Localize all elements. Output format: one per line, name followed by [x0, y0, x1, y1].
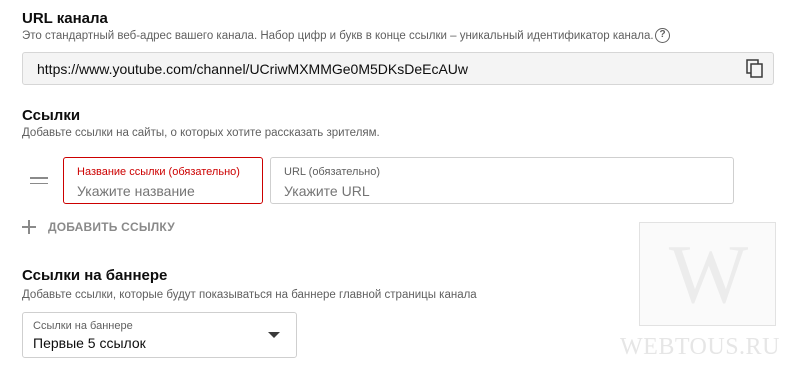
add-link-button[interactable]: ДОБАВИТЬ ССЫЛКУ	[22, 218, 175, 236]
url-section-description: Это стандартный веб-адрес вашего канала.…	[22, 30, 654, 42]
banner-links-select[interactable]: Ссылки на баннере Первые 5 ссылок	[22, 312, 297, 358]
banner-select-label: Ссылки на баннере	[33, 320, 133, 332]
banner-select-value: Первые 5 ссылок	[33, 335, 146, 351]
link-url-field[interactable]: URL (обязательно)	[270, 157, 734, 204]
link-name-input[interactable]	[77, 183, 257, 199]
watermark-text: WEBTOUS.RU	[620, 334, 780, 360]
link-url-input[interactable]	[284, 183, 464, 199]
banner-section-description: Добавьте ссылки, которые будут показыват…	[22, 289, 477, 301]
copy-icon[interactable]	[746, 59, 764, 79]
watermark-letter: W	[668, 228, 749, 321]
drag-handle-icon[interactable]	[30, 177, 48, 185]
url-section-title: URL канала	[22, 10, 108, 27]
channel-url-field[interactable]: https://www.youtube.com/channel/UCriwMXM…	[22, 52, 774, 85]
link-url-label: URL (обязательно)	[284, 166, 381, 178]
channel-url-text: https://www.youtube.com/channel/UCriwMXM…	[37, 61, 469, 77]
caret-down-icon[interactable]	[268, 332, 280, 338]
link-name-field[interactable]: Название ссылки (обязательно)	[63, 157, 263, 204]
plus-icon	[22, 220, 36, 234]
question-circle-icon[interactable]: ?	[655, 28, 670, 43]
links-section-title: Ссылки	[22, 107, 81, 124]
link-name-label: Название ссылки (обязательно)	[77, 166, 240, 178]
add-link-label: ДОБАВИТЬ ССЫЛКУ	[48, 220, 175, 234]
watermark-logo: W	[639, 222, 776, 326]
links-section-description: Добавьте ссылки на сайты, о которых хоти…	[22, 127, 380, 139]
banner-section-title: Ссылки на баннере	[22, 267, 168, 284]
